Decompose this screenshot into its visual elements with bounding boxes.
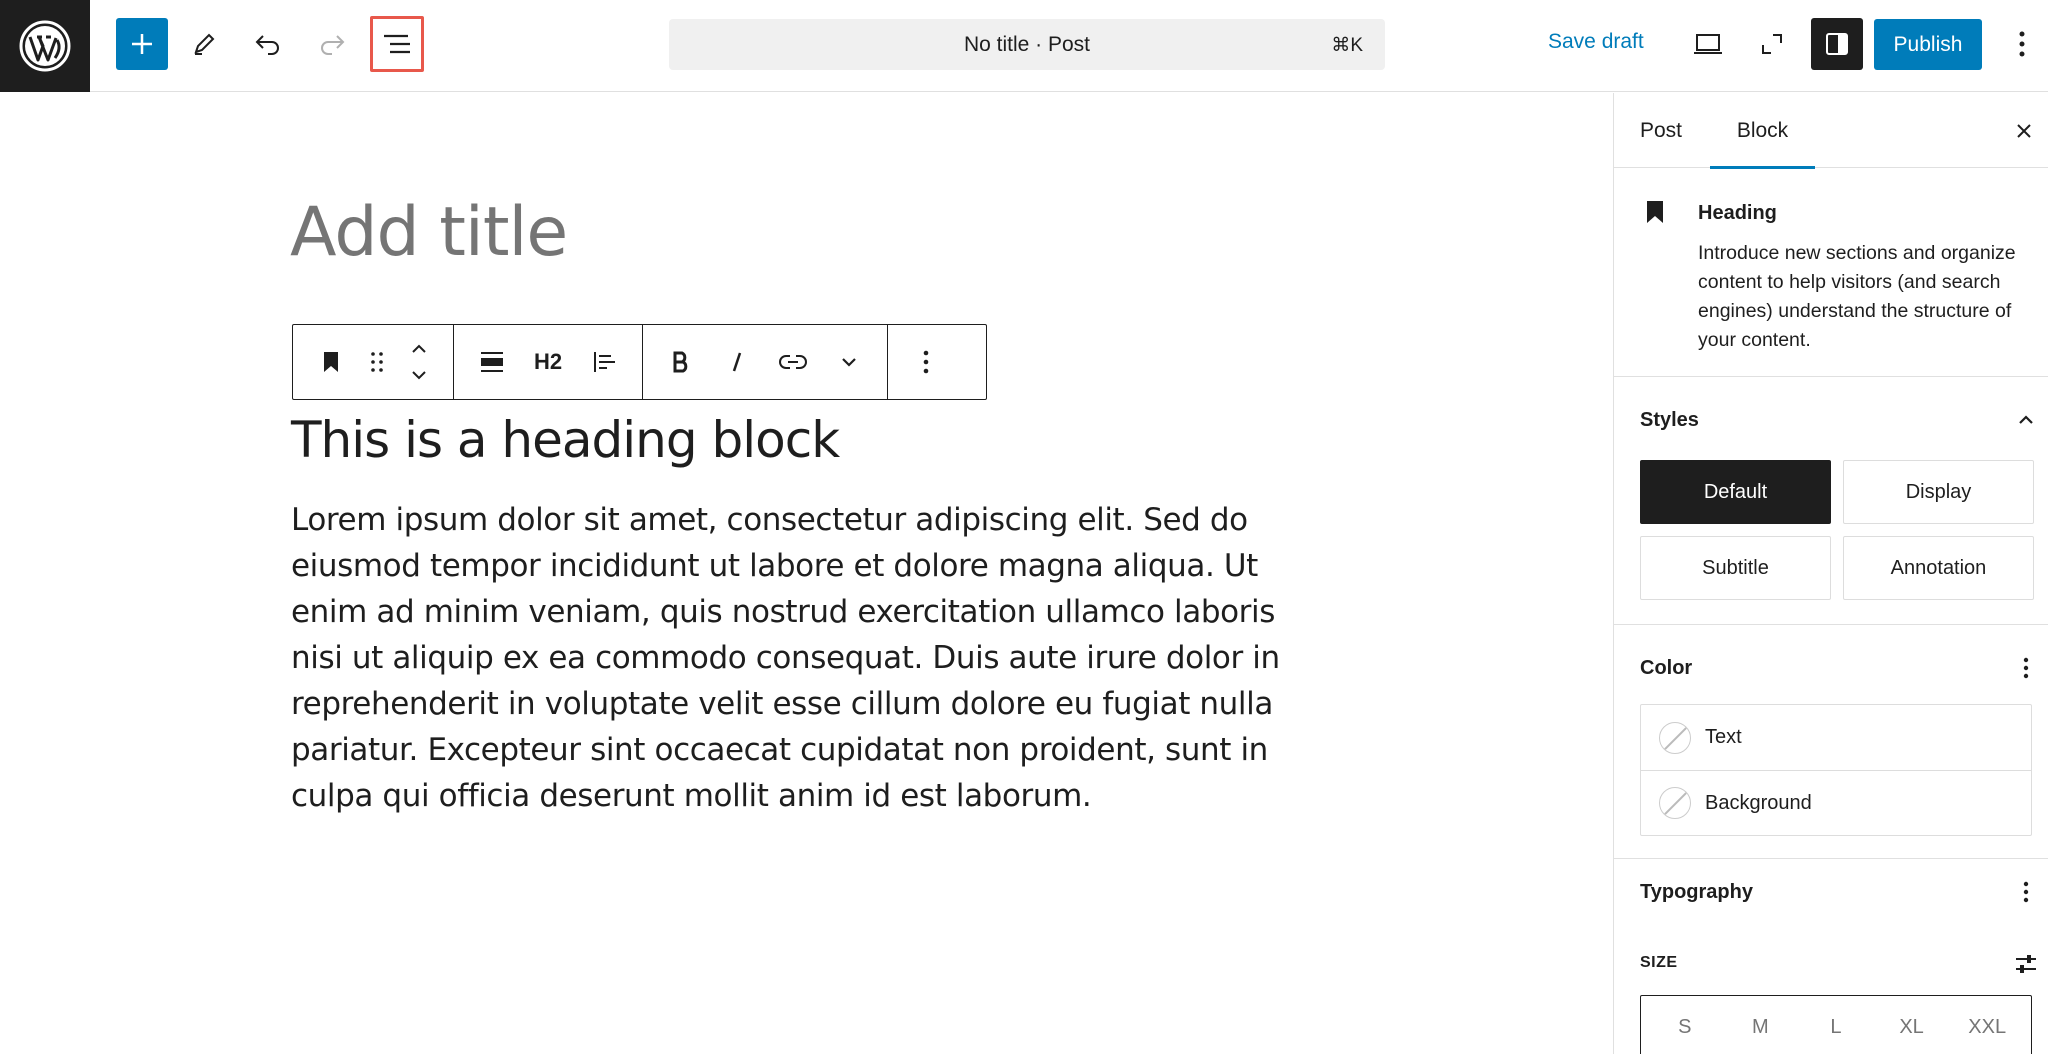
close-sidebar-button[interactable] xyxy=(2008,115,2040,147)
bold-button[interactable] xyxy=(653,334,709,390)
editor-header: No title · Post ⌘K Save draft Publish xyxy=(0,0,2048,92)
bookmark-icon xyxy=(324,352,338,372)
color-panel-title: Color xyxy=(1640,657,1693,679)
bookmark-icon xyxy=(1647,201,1663,223)
typography-panel: Typography SIZE S M L XL XXL xyxy=(1614,860,2048,1054)
align-wide-icon xyxy=(481,352,503,372)
color-list: Text Background xyxy=(1640,704,2032,836)
typography-panel-title: Typography xyxy=(1640,881,1753,903)
link-icon xyxy=(779,355,807,369)
size-option-s[interactable]: S xyxy=(1655,1016,1715,1039)
style-subtitle-button[interactable]: Subtitle xyxy=(1640,536,1831,600)
undo-icon xyxy=(255,35,279,55)
command-palette-bar[interactable]: No title · Post ⌘K xyxy=(669,19,1385,70)
style-display-button[interactable]: Display xyxy=(1843,460,2034,524)
color-item-background[interactable]: Background xyxy=(1641,770,2031,835)
settings-sidebar: Post Block Heading Introduce new section… xyxy=(1613,93,2048,1054)
block-description: Introduce new sections and organize cont… xyxy=(1698,242,2016,351)
redo-button[interactable] xyxy=(306,18,358,70)
block-toolbar-group-parent xyxy=(293,325,454,399)
pencil-icon xyxy=(194,33,215,55)
publish-button[interactable]: Publish xyxy=(1874,19,1982,70)
typography-options-button[interactable] xyxy=(2011,877,2041,907)
size-option-xl[interactable]: XL xyxy=(1882,1016,1942,1039)
list-view-icon xyxy=(384,34,410,54)
drag-handle[interactable] xyxy=(359,334,395,390)
size-option-l[interactable]: L xyxy=(1806,1016,1866,1039)
color-item-text[interactable]: Text xyxy=(1641,705,2031,770)
color-swatch-empty xyxy=(1659,787,1691,819)
more-format-button[interactable] xyxy=(821,334,877,390)
styles-panel: Styles Default Display Subtitle Annotati… xyxy=(1614,378,2048,625)
preview-button[interactable] xyxy=(1682,18,1734,70)
document-overview-button[interactable] xyxy=(370,16,424,72)
font-size-picker: S M L XL XXL xyxy=(1640,995,2032,1054)
block-name: Heading xyxy=(1698,202,1777,224)
more-vertical-icon xyxy=(2023,881,2029,903)
text-align-button[interactable] xyxy=(576,334,632,390)
size-option-m[interactable]: M xyxy=(1730,1016,1790,1039)
editor-canvas: Add title H2 This is a heading block Lor… xyxy=(0,93,1613,1054)
redo-icon xyxy=(321,35,345,55)
block-toolbar: H2 xyxy=(292,324,987,400)
block-card: Heading Introduce new sections and organ… xyxy=(1614,169,2048,377)
fullscreen-button[interactable] xyxy=(1746,18,1798,70)
drag-handle-icon xyxy=(371,352,383,372)
close-icon xyxy=(2017,124,2031,138)
options-menu-button[interactable] xyxy=(2004,18,2040,70)
block-inserter-button[interactable] xyxy=(116,18,168,70)
command-shortcut: ⌘K xyxy=(1331,35,1363,56)
align-left-icon xyxy=(594,352,615,372)
chevron-up-icon xyxy=(2019,415,2033,424)
link-button[interactable] xyxy=(765,334,821,390)
size-option-xxl[interactable]: XXL xyxy=(1957,1016,2017,1039)
style-default-button[interactable]: Default xyxy=(1640,460,1831,524)
color-swatch-empty xyxy=(1659,721,1691,754)
sidebar-toggle-icon xyxy=(1826,33,1848,55)
more-vertical-icon xyxy=(2019,31,2025,57)
font-size-label: SIZE xyxy=(1640,954,1678,971)
color-panel: Color Text Background xyxy=(1614,626,2048,859)
align-button[interactable] xyxy=(464,334,520,390)
block-toolbar-group-options xyxy=(888,325,964,399)
document-title: No title · Post xyxy=(963,32,1091,56)
more-vertical-icon xyxy=(2023,657,2029,679)
plus-icon xyxy=(132,34,152,54)
settings-sliders-icon xyxy=(2016,955,2036,973)
undo-button[interactable] xyxy=(242,18,294,70)
block-type-button[interactable] xyxy=(303,334,359,390)
sidebar-tabs: Post Block xyxy=(1614,93,2048,169)
color-item-label: Background xyxy=(1705,791,1812,814)
color-options-button[interactable] xyxy=(2011,653,2041,683)
move-up-down-button[interactable] xyxy=(395,334,443,390)
tools-button[interactable] xyxy=(178,18,230,70)
style-annotation-button[interactable]: Annotation xyxy=(1843,536,2034,600)
custom-size-button[interactable] xyxy=(2011,949,2041,979)
save-draft-button[interactable]: Save draft xyxy=(1548,30,1644,54)
chevron-up-down-icon xyxy=(412,344,426,380)
styles-panel-title: Styles xyxy=(1640,409,1699,431)
desktop-preview-icon xyxy=(1694,34,1722,54)
styles-collapse-button[interactable] xyxy=(2011,405,2041,435)
block-toolbar-group-format xyxy=(643,325,888,399)
more-vertical-icon xyxy=(923,350,929,374)
block-options-button[interactable] xyxy=(898,334,954,390)
heading-block[interactable]: This is a heading block xyxy=(291,411,840,469)
tab-post[interactable]: Post xyxy=(1640,93,1682,168)
post-title-input[interactable]: Add title xyxy=(290,193,568,272)
italic-icon xyxy=(732,352,742,372)
chevron-down-icon xyxy=(842,358,856,367)
fullscreen-icon xyxy=(1762,34,1782,54)
settings-sidebar-toggle[interactable] xyxy=(1811,18,1863,70)
block-toolbar-group-block: H2 xyxy=(454,325,643,399)
color-item-label: Text xyxy=(1705,726,1742,748)
tab-block[interactable]: Block xyxy=(1710,93,1815,169)
heading-level-button[interactable]: H2 xyxy=(520,334,576,390)
bold-icon xyxy=(673,351,688,373)
wordpress-logo-icon[interactable] xyxy=(0,0,90,92)
italic-button[interactable] xyxy=(709,334,765,390)
paragraph-block[interactable]: Lorem ipsum dolor sit amet, consectetur … xyxy=(291,497,1311,819)
